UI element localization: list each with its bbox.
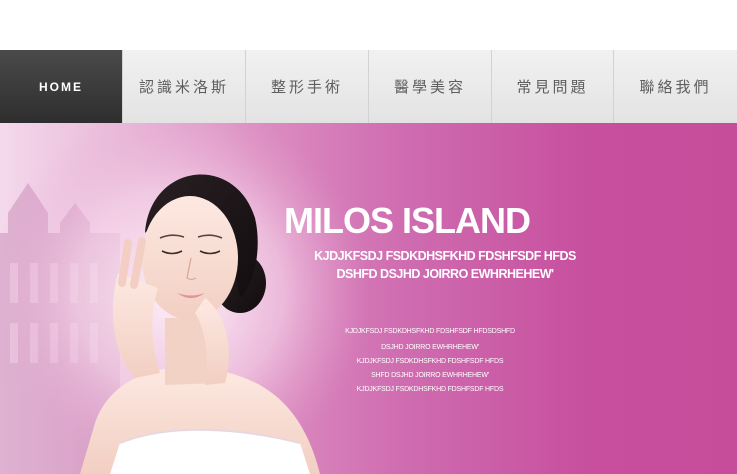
nav-item-contact[interactable]: 聯絡我們 [614,50,737,123]
hero-banner: MILOS ISLAND KJDJKFSDJ FSDKDHSFKHD FDSHF… [0,123,737,474]
main-nav: HOME 認識米洛斯 整形手術 醫學美容 常見問題 聯絡我們 [0,50,737,123]
hero-subtitle-line: DSHFD DSJHD JOIRRO EWHRHEHEW' [336,267,554,281]
nav-item-aesthetics[interactable]: 醫學美容 [369,50,492,123]
nav-item-label: 聯絡我們 [639,78,712,96]
nav-item-label: 常見問題 [516,78,589,96]
hero-body-line: SHFD DSJHD JOIRRO EWHRHEHEW' [371,372,489,379]
nav-item-about[interactable]: 認識米洛斯 [123,50,246,123]
hero-body-line: KJDJKFSDJ FSDKDHSFKHD FDSHFSDF HFDS [356,358,504,365]
hero-body-line: KJDJKFSDJ FSDKDHSFKHD FDSHFSDF HFDS [356,386,504,393]
hero-title: MILOS ISLAND [284,200,531,241]
nav-item-surgery[interactable]: 整形手術 [246,50,369,123]
hero-body-line: DSJHD JOIRRO EWHRHEHEW' [381,344,479,351]
hero-subtitle-line: KJDJKFSDJ FSDKDHSFKHD FDSHFSDF HFDS [314,249,576,263]
hero-photo [0,123,370,474]
header-blank [0,0,737,50]
nav-item-label: 認識米洛斯 [138,78,229,96]
hero-body-line: KJDJKFSDJ FSDKDHSFKHD FDSHFSDF HFDSDSHFD [345,328,515,335]
nav-item-label: HOME [39,79,83,94]
nav-item-home[interactable]: HOME [0,50,123,123]
nav-item-label: 整形手術 [270,78,343,96]
nav-item-faq[interactable]: 常見問題 [492,50,614,123]
nav-item-label: 醫學美容 [393,78,466,96]
